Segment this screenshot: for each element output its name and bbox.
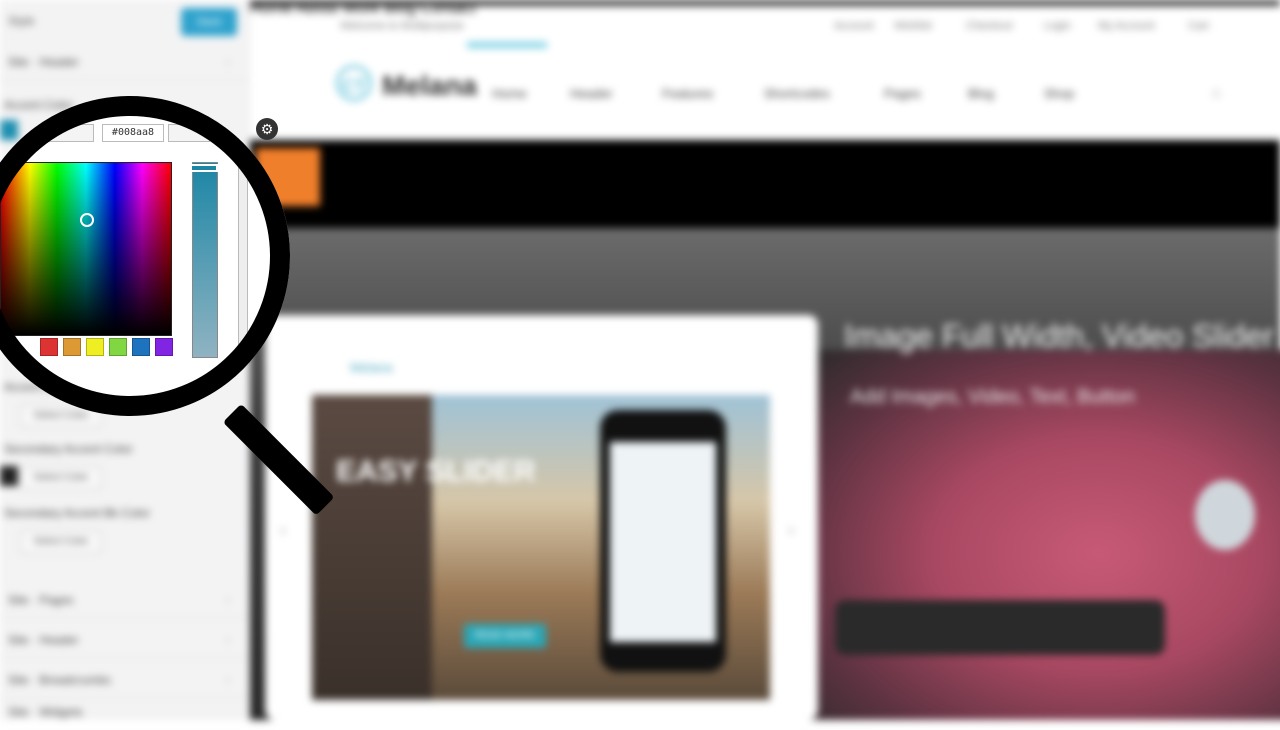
phone-mockup <box>600 410 726 672</box>
section-pages[interactable]: Site · Pages › <box>0 582 248 618</box>
car-grill <box>835 600 1165 655</box>
nav-item-home[interactable]: Home <box>492 86 527 101</box>
nav-item-pages[interactable]: Pages <box>884 86 921 101</box>
nav-item-blog[interactable]: Blog <box>968 86 994 101</box>
select-color-button-3[interactable]: Select Color <box>20 530 102 554</box>
admin-bar <box>250 0 1280 6</box>
nav-item-header[interactable]: Header <box>570 86 613 101</box>
slider-next-icon[interactable]: › <box>788 520 794 541</box>
site-preview: Welcome to Multipurpose Account Wishlist… <box>250 0 1280 720</box>
top-link[interactable]: Login <box>1044 20 1071 32</box>
top-link[interactable]: Account <box>834 20 874 32</box>
slide-button[interactable]: READ MORE <box>464 624 546 648</box>
banner-bar <box>250 140 1280 228</box>
section-breadcrumbs[interactable]: Site · Breadcrumbs › <box>0 662 248 698</box>
nav-item-features[interactable]: Features <box>662 86 713 101</box>
slider-prev-icon[interactable]: ‹ <box>280 520 286 541</box>
top-link[interactable]: Wishlist <box>894 20 932 32</box>
chevron-right-icon: › <box>226 633 230 647</box>
secondary-accent-bg-label: Secondary Accent Bk Color <box>4 506 151 520</box>
gear-icon[interactable]: ⚙ <box>256 118 278 140</box>
chevron-right-icon: › <box>226 673 230 687</box>
chevron-right-icon: › <box>226 593 230 607</box>
cart-icon[interactable]: ⌂ <box>1212 84 1220 100</box>
nav-item-shop[interactable]: Shop <box>1044 86 1074 101</box>
nav-item-shortcodes[interactable]: Shortcodes <box>764 86 830 101</box>
top-link[interactable]: Cart <box>1188 20 1209 32</box>
current-color-swatch[interactable] <box>4 120 18 140</box>
hero-title: Image Full Width, Video Slider <box>844 318 1274 354</box>
hero-subtitle: Add Images, Video, Text, Button <box>850 386 1135 408</box>
slide-title: EASY SLIDER <box>336 455 536 488</box>
section-widgets[interactable]: Site · Widgets <box>0 694 248 730</box>
logo-text[interactable]: Melana <box>382 70 477 102</box>
top-link[interactable]: My Account <box>1098 20 1155 32</box>
accent-highlight <box>467 42 547 48</box>
top-link[interactable]: Checkout <box>966 20 1012 32</box>
section-header-2[interactable]: Site · Header › <box>0 622 248 658</box>
magnifier-overlay: #008aa8 <box>0 0 360 516</box>
car-headlight <box>1195 480 1255 550</box>
